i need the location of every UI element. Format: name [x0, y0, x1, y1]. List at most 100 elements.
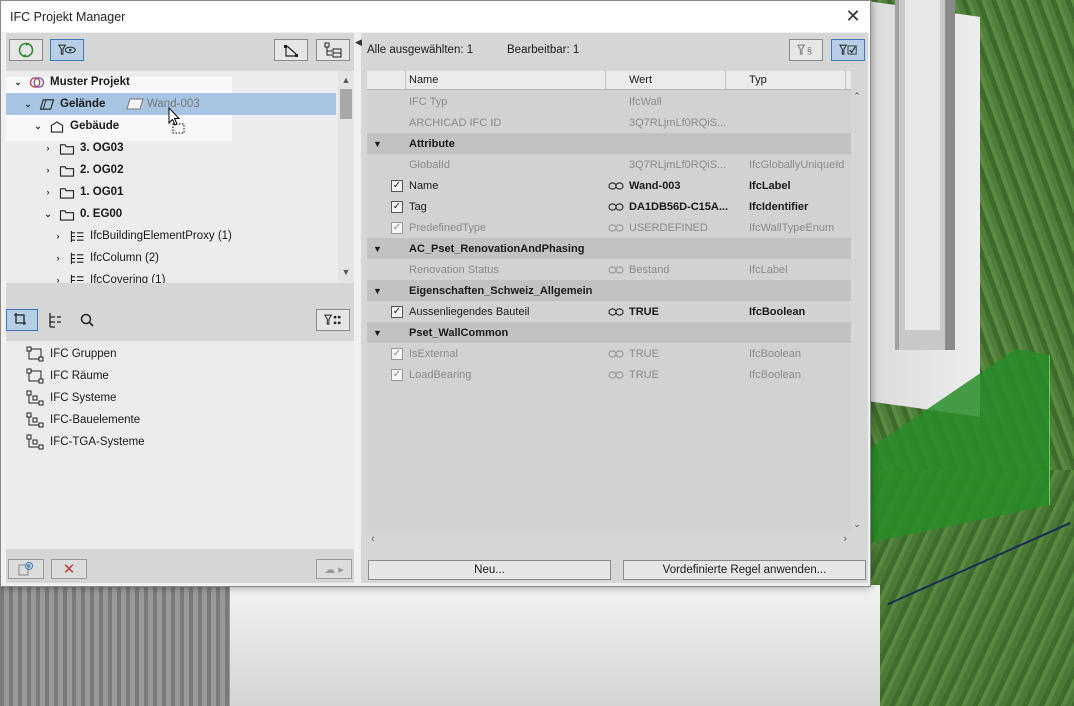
filter-section-button[interactable]: § [789, 39, 823, 61]
chevron-right-icon[interactable]: › [52, 253, 64, 263]
property-row[interactable]: ✓ PredefinedType USERDEFINED IfcWallTypeEnu… [367, 217, 851, 238]
spatial-structure-button[interactable] [274, 39, 308, 61]
column-header-value[interactable]: Wert [629, 74, 652, 86]
chevron-down-icon[interactable]: ▼ [373, 139, 382, 149]
chevron-down-icon[interactable]: ⌄ [12, 77, 24, 88]
property-checkbox[interactable]: ✓ [391, 305, 403, 318]
collapse-arrow-icon[interactable]: ◀ [355, 37, 362, 48]
scroll-up-icon[interactable]: ⌃ [851, 89, 863, 103]
chevron-down-icon[interactable]: ⌄ [22, 99, 34, 110]
list-item[interactable]: IFC Gruppen [26, 343, 116, 365]
property-row[interactable]: ARCHICAD IFC ID 3Q7RLjmLf0RQiS... [367, 112, 851, 133]
link-icon [608, 370, 624, 379]
scroll-thumb[interactable] [340, 89, 352, 119]
chevron-right-icon[interactable]: › [52, 231, 64, 241]
property-row[interactable]: IFC Typ IfcWall [367, 91, 851, 112]
property-name: IFC Typ [409, 95, 448, 108]
property-checkbox[interactable]: ✓ [391, 179, 403, 192]
property-row[interactable]: ✓ IsExternal TRUE IfcBoolean [367, 343, 851, 364]
chevron-right-icon[interactable]: › [42, 143, 54, 153]
property-value[interactable]: USERDEFINED [629, 222, 708, 234]
column-header-name[interactable]: Name [409, 74, 438, 86]
groups-view-button[interactable] [6, 309, 38, 331]
property-value[interactable]: Bestand [629, 264, 669, 276]
property-row[interactable]: ✓ Tag DA1DB56D-C15A... IfcIdentifier [367, 196, 851, 217]
property-checkbox[interactable]: ✓ [391, 347, 403, 360]
project-icon [28, 75, 46, 89]
title-bar[interactable]: IFC Projekt Manager ✕ [1, 1, 870, 32]
tree-item-project[interactable]: ⌄ Muster Projekt [6, 71, 336, 93]
property-value[interactable]: IfcWall [629, 96, 662, 108]
chevron-down-icon[interactable]: ▼ [373, 328, 382, 338]
tree-options-button[interactable] [316, 39, 350, 61]
property-name: LoadBearing [409, 368, 472, 381]
chevron-down-icon[interactable]: ▼ [373, 286, 382, 296]
property-vertical-scrollbar[interactable]: ⌃ ⌄ [851, 89, 863, 534]
left-toolbar [6, 33, 354, 69]
more-options-button[interactable]: ☁ ▸ [316, 559, 352, 579]
list-item-label: IFC-TGA-Systeme [50, 436, 145, 448]
property-horizontal-scrollbar[interactable]: ‹ › [367, 533, 851, 547]
window-title: IFC Projekt Manager [10, 9, 126, 24]
column-header-type[interactable]: Typ [749, 74, 767, 86]
property-checkbox[interactable]: ✓ [391, 221, 403, 234]
tree-item-storey[interactable]: › 3. OG03 [6, 137, 336, 159]
property-row[interactable]: Renovation Status Bestand IfcLabel [367, 259, 851, 280]
group-toolbar [6, 303, 354, 339]
list-item[interactable]: IFC Systeme [26, 387, 116, 409]
scroll-down-icon[interactable]: ⌄ [851, 517, 863, 531]
filter-view-button[interactable] [50, 39, 84, 61]
scroll-left-icon[interactable]: ‹ [371, 533, 375, 545]
tree-item-element-type[interactable]: › IfcColumn (2) [6, 247, 336, 269]
chevron-right-icon[interactable]: › [42, 165, 54, 175]
property-row[interactable]: ✓ Name Wand-003 IfcLabel [367, 175, 851, 196]
delete-button[interactable]: ✕ [51, 559, 87, 579]
property-group-row[interactable]: ▼ Pset_WallCommon [367, 322, 851, 343]
tree-item-element-type[interactable]: › IfcCovering (1) [6, 269, 336, 283]
hierarchy-view-button[interactable] [40, 309, 70, 331]
scroll-right-icon[interactable]: › [843, 533, 847, 545]
property-row[interactable]: ✓ Aussenliegendes Bauteil TRUE IfcBoolean [367, 301, 851, 322]
tree-item-storey[interactable]: ⌄ 0. EG00 [6, 203, 336, 225]
tree-item-storey[interactable]: › 1. OG01 [6, 181, 336, 203]
property-value[interactable]: Wand-003 [629, 180, 681, 192]
property-group-row[interactable]: ▼ Attribute [367, 133, 851, 154]
chevron-right-icon[interactable]: › [52, 275, 64, 283]
ifc-space-icon [26, 368, 44, 384]
property-row[interactable]: GlobalId 3Q7RLjmLf0RQiS... IfcGloballyUniq… [367, 154, 851, 175]
property-value[interactable]: TRUE [629, 369, 659, 381]
chevron-right-icon[interactable]: › [42, 187, 54, 197]
scroll-down-icon[interactable]: ▼ [338, 265, 354, 279]
property-value[interactable]: DA1DB56D-C15A... [629, 201, 728, 213]
tree-item-storey[interactable]: › 2. OG02 [6, 159, 336, 181]
close-button[interactable]: ✕ [844, 7, 862, 25]
chevron-down-icon[interactable]: ▼ [373, 244, 382, 254]
list-item[interactable]: IFC-Bauelemente [26, 409, 140, 431]
property-checkbox[interactable]: ✓ [391, 200, 403, 213]
tree-scrollbar[interactable]: ▲ ▼ [338, 71, 354, 283]
list-item[interactable]: IFC Räume [26, 365, 109, 387]
property-row[interactable]: ✓ LoadBearing TRUE IfcBoolean [367, 364, 851, 385]
property-value[interactable]: TRUE [629, 348, 659, 360]
add-group-button[interactable] [8, 559, 44, 579]
scroll-up-icon[interactable]: ▲ [338, 73, 354, 87]
property-checkbox[interactable]: ✓ [391, 368, 403, 381]
property-value[interactable]: 3Q7RLjmLf0RQiS... [629, 159, 726, 171]
link-icon [608, 181, 624, 190]
apply-predefined-rule-button[interactable]: Vordefinierte Regel anwenden... [623, 560, 866, 580]
property-type: IfcBoolean [749, 347, 801, 360]
property-value[interactable]: TRUE [629, 306, 659, 318]
property-type: IfcGloballyUniqueId [749, 158, 845, 171]
property-group-row[interactable]: ▼ Eigenschaften_Schweiz_Allgemein [367, 280, 851, 301]
property-group-row[interactable]: ▼ AC_Pset_RenovationAndPhasing [367, 238, 851, 259]
filter-checked-button[interactable] [831, 39, 865, 61]
list-item[interactable]: IFC-TGA-Systeme [26, 431, 145, 453]
chevron-down-icon[interactable]: ⌄ [32, 121, 44, 132]
new-property-button[interactable]: Neu... [368, 560, 611, 580]
search-button[interactable] [72, 309, 102, 331]
property-value[interactable]: 3Q7RLjmLf0RQiS... [629, 117, 726, 129]
tree-item-element-type[interactable]: › IfcBuildingElementProxy (1) [6, 225, 336, 247]
refresh-button[interactable] [9, 39, 43, 61]
chevron-down-icon[interactable]: ⌄ [42, 209, 54, 220]
group-filter-button[interactable] [316, 309, 350, 331]
